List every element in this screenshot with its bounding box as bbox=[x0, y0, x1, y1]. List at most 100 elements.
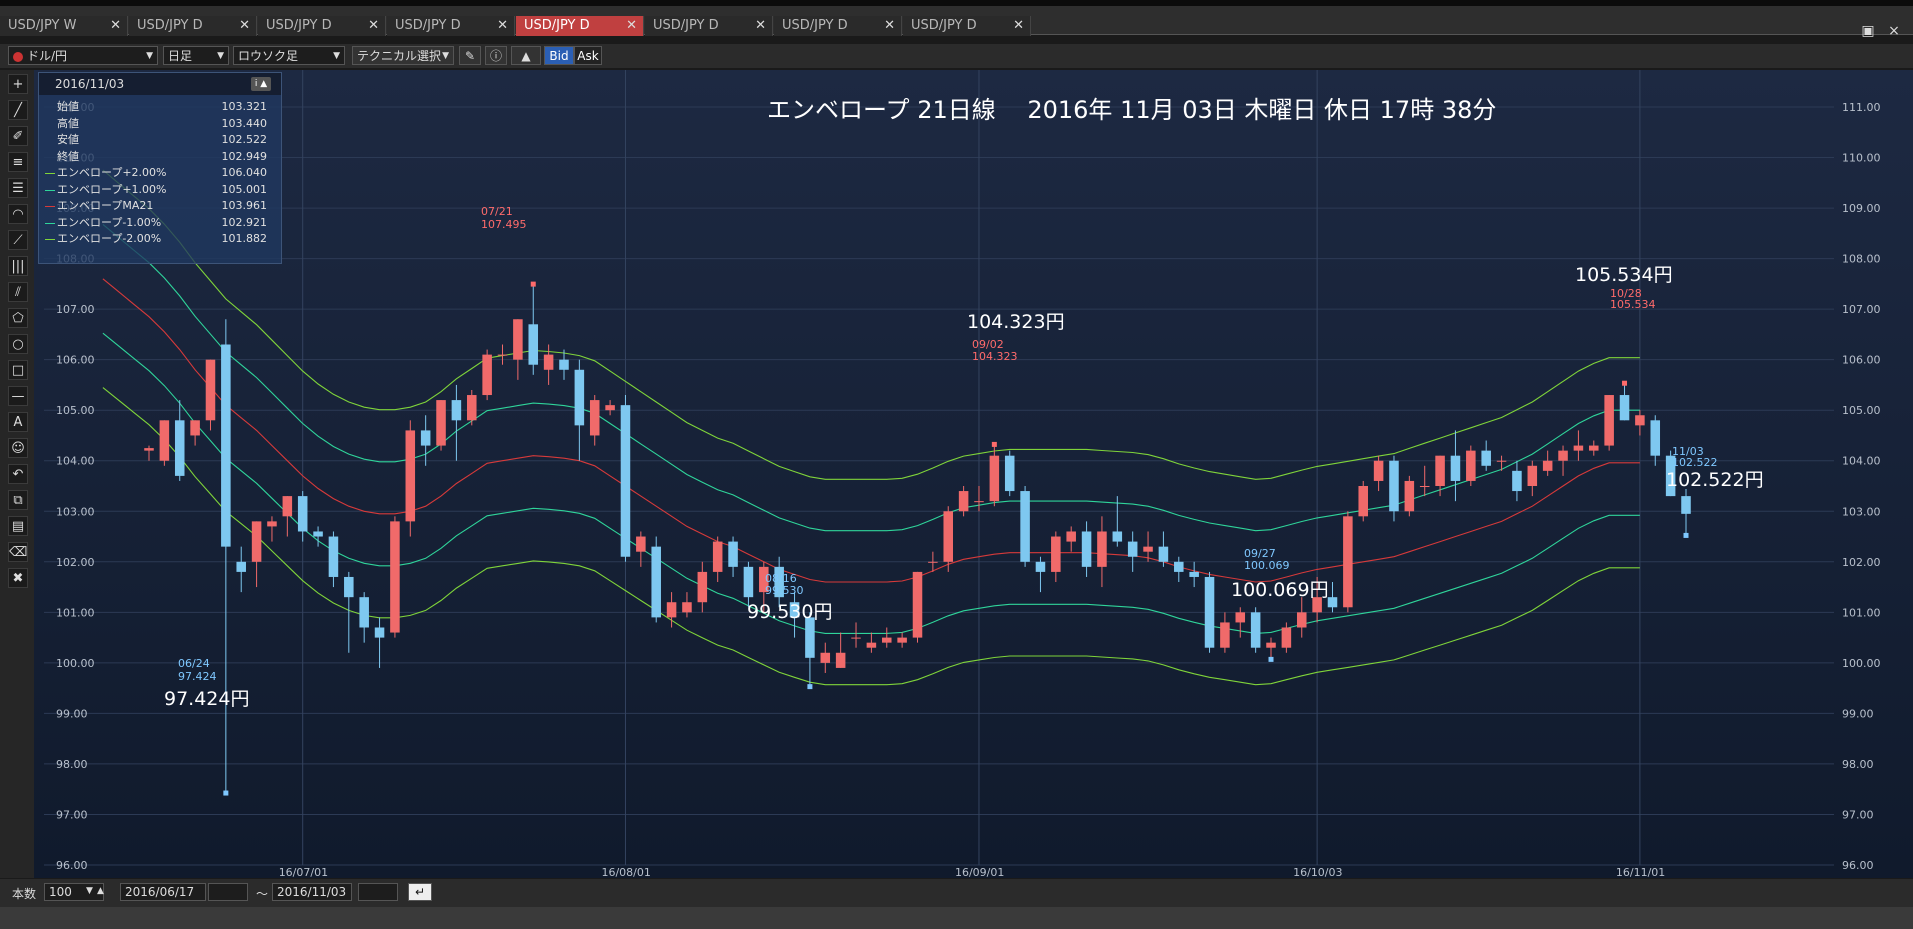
info-row-value: 106.040 bbox=[221, 166, 268, 179]
info-button[interactable]: ⓘ bbox=[485, 46, 507, 65]
layers-tool[interactable]: ▤ bbox=[8, 516, 28, 536]
ask-button[interactable]: Ask bbox=[574, 46, 602, 65]
trendline-icon: ╱ bbox=[14, 103, 22, 118]
tab-label: USD/JPY D bbox=[782, 18, 848, 33]
undo-tool[interactable]: ↶ bbox=[8, 464, 28, 484]
close-icon[interactable]: ✕ bbox=[497, 16, 508, 36]
range-bar: 本数 100 ▼ ▲ 2016/06/17 〜 2016/11/03 ↵ bbox=[0, 879, 1913, 907]
start-time-input[interactable] bbox=[208, 883, 248, 901]
legend-swatch bbox=[45, 239, 55, 240]
candle-body bbox=[221, 344, 231, 547]
maximize-icon[interactable]: ▣ bbox=[1859, 23, 1877, 39]
end-date-input[interactable]: 2016/11/03 bbox=[272, 883, 352, 901]
info-row: 終値 102.949 bbox=[45, 149, 275, 165]
close-icon[interactable]: ✕ bbox=[755, 16, 766, 36]
horizontal-lines-tool[interactable]: ≡ bbox=[8, 152, 28, 172]
delete-all-tool[interactable]: ✖ bbox=[8, 568, 28, 588]
candle-body bbox=[605, 405, 615, 411]
start-date-input[interactable]: 2016/06/17 bbox=[120, 883, 206, 901]
info-collapse-icon[interactable]: i ▲ bbox=[251, 77, 271, 91]
info-row-value: 101.882 bbox=[221, 232, 268, 245]
tab-usdjpy-d-1[interactable]: USD/JPY D ✕ bbox=[129, 16, 257, 36]
candle-body bbox=[928, 561, 938, 563]
eraser-tool[interactable]: ⌫ bbox=[8, 542, 28, 562]
arc-tool[interactable]: ◠ bbox=[8, 204, 28, 224]
window-controls: ▣ × bbox=[1851, 20, 1903, 39]
fan-tool[interactable]: ⟋ bbox=[8, 230, 28, 250]
candlestick-chart[interactable]: 96.00 96.00 97.00 97.00 98.00 98.00 99.00 99.00… bbox=[34, 70, 1913, 878]
fan-icon: ⟋ bbox=[13, 233, 23, 248]
legend-swatch bbox=[45, 206, 55, 207]
candle-body bbox=[451, 400, 462, 421]
end-time-input[interactable] bbox=[358, 883, 398, 901]
candle-body bbox=[1512, 470, 1522, 492]
close-icon[interactable]: ✕ bbox=[368, 16, 379, 36]
y-tick-label: 109.00 bbox=[1842, 202, 1881, 215]
currency-pair-select[interactable]: ドル/円 ▼ bbox=[8, 46, 158, 65]
info-row: エンベロープ-2.00% 101.882 bbox=[45, 231, 275, 247]
circle-tool[interactable]: ○ bbox=[8, 334, 28, 354]
close-icon[interactable]: ✕ bbox=[110, 16, 121, 36]
marker-tool[interactable]: ✐ bbox=[8, 126, 28, 146]
candle-body bbox=[1450, 455, 1461, 481]
candle-body bbox=[528, 324, 539, 365]
horizontal-lines-icon: ≡ bbox=[12, 155, 24, 170]
pen-button[interactable]: ✎ bbox=[459, 46, 481, 65]
ohlc-info-panel: 2016/11/03 i ▲ 始値 103.321 高値 103.440 安値 102.5… bbox=[38, 72, 282, 264]
annotation-low1-date: 06/24 bbox=[178, 657, 210, 670]
pitchfork-tool[interactable]: ⫽ bbox=[8, 282, 28, 302]
candle-body bbox=[1373, 460, 1384, 481]
hline-tool[interactable]: — bbox=[8, 386, 28, 406]
tab-usdjpy-d-7[interactable]: USD/JPY D ✕ bbox=[903, 16, 1031, 36]
tab-usdjpy-d-active[interactable]: USD/JPY D ✕ bbox=[516, 16, 644, 36]
extreme-marker bbox=[530, 281, 536, 287]
candle-body bbox=[1143, 546, 1153, 552]
chevron-down-icon[interactable]: ▼ bbox=[86, 886, 93, 896]
close-icon[interactable]: ✕ bbox=[884, 16, 895, 36]
info-row-value: 103.321 bbox=[221, 100, 268, 113]
annotation-high2-value: 104.323 bbox=[972, 350, 1018, 363]
emoji-tool[interactable]: ☺ bbox=[8, 438, 28, 458]
rectangle-tool[interactable]: □ bbox=[8, 360, 28, 380]
y-tick-label: 107.00 bbox=[1842, 303, 1881, 316]
polygon-tool[interactable]: ⬠ bbox=[8, 308, 28, 328]
y-tick-label-left: 102.00 bbox=[56, 556, 95, 569]
bar-count-input[interactable]: 100 bbox=[44, 883, 104, 901]
tab-usdjpy-d-3[interactable]: USD/JPY D ✕ bbox=[387, 16, 515, 36]
technical-select[interactable]: テクニカル選択 ▼ bbox=[352, 46, 454, 65]
apply-range-button[interactable]: ↵ bbox=[408, 883, 432, 901]
period-select[interactable]: 日足 ▼ bbox=[163, 46, 229, 65]
chart-type-select[interactable]: ロウソク足 ▼ bbox=[233, 46, 345, 65]
chart-style-button[interactable]: ▲ bbox=[511, 46, 541, 65]
window-close-icon[interactable]: × bbox=[1885, 23, 1903, 39]
tab-usdjpy-d-6[interactable]: USD/JPY D ✕ bbox=[774, 16, 902, 36]
bid-button[interactable]: Bid bbox=[544, 46, 574, 65]
crosshair-tool[interactable]: + bbox=[8, 74, 28, 94]
chevron-up-icon[interactable]: ▲ bbox=[97, 886, 104, 896]
start-date-value: 2016/06/17 bbox=[125, 885, 195, 899]
copy-tool[interactable]: ⧉ bbox=[8, 490, 28, 510]
close-icon[interactable]: ✕ bbox=[239, 16, 250, 36]
tab-usdjpy-d-2[interactable]: USD/JPY D ✕ bbox=[258, 16, 386, 36]
candle-body bbox=[1220, 622, 1230, 648]
close-icon[interactable]: ✕ bbox=[1013, 16, 1024, 36]
candle-body bbox=[543, 354, 554, 370]
text-tool[interactable]: A bbox=[8, 412, 28, 432]
chart-area[interactable]: 96.00 96.00 97.00 97.00 98.00 98.00 99.00 99.00… bbox=[34, 70, 1913, 878]
vertical-lines-tool[interactable]: ||| bbox=[8, 256, 28, 276]
close-icon[interactable]: ✕ bbox=[626, 16, 637, 36]
tab-usdjpy-w[interactable]: USD/JPY W ✕ bbox=[0, 16, 128, 36]
y-tick-label-left: 97.00 bbox=[56, 808, 88, 821]
tab-usdjpy-d-5[interactable]: USD/JPY D ✕ bbox=[645, 16, 773, 36]
y-tick-label-left: 103.00 bbox=[56, 505, 95, 518]
annotation-last-value: 102.522 bbox=[1672, 456, 1718, 469]
channel-tool[interactable]: ☰ bbox=[8, 178, 28, 198]
trendline-tool[interactable]: ╱ bbox=[8, 100, 28, 120]
y-tick-label-left: 105.00 bbox=[56, 404, 95, 417]
candle-body bbox=[282, 496, 293, 517]
return-icon: ↵ bbox=[414, 885, 426, 899]
candle-body bbox=[420, 430, 431, 446]
extreme-marker bbox=[991, 441, 997, 447]
candle-body bbox=[682, 602, 692, 613]
tab-label: USD/JPY D bbox=[266, 18, 332, 33]
